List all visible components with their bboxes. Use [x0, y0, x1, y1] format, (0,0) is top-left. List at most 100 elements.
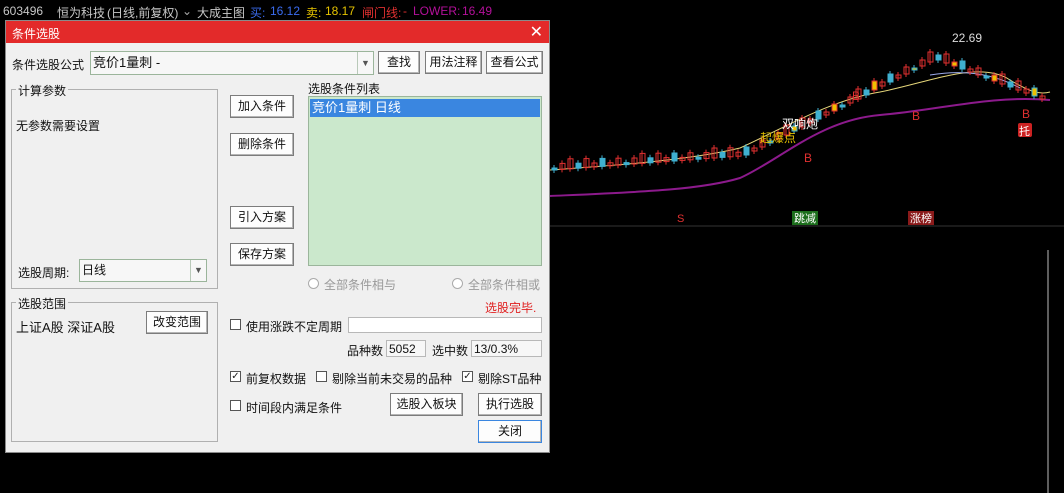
time-range-checkbox[interactable] — [230, 400, 241, 411]
stock-name: 恒为科技 — [57, 6, 106, 20]
tag-tiaojian: 跳减 — [794, 211, 816, 225]
candle — [959, 60, 966, 70]
stock-code: 603496 — [3, 4, 44, 18]
candle — [623, 162, 630, 166]
formula-value: 竞价1量刺 - — [93, 55, 161, 70]
period-field-label: 选股周期: — [18, 266, 70, 280]
formula-label: 条件选股公式 — [12, 58, 85, 72]
fq-checkbox[interactable]: ✓ — [230, 371, 241, 382]
annotation-b4: B — [1022, 107, 1030, 121]
candle — [951, 61, 958, 67]
radio-and-label: 全部条件相与 — [324, 278, 397, 292]
candle — [935, 54, 942, 61]
selected-label: 选中数 — [432, 344, 469, 358]
usage-notes-button[interactable]: 用法注释 — [425, 51, 482, 74]
ma2-line — [929, 72, 1021, 89]
count-value: 5052 — [386, 340, 426, 357]
peak-price-label: 22.69 — [952, 31, 982, 45]
change-period-input[interactable] — [348, 317, 542, 333]
tag-s: S — [677, 213, 684, 225]
exclude-untraded-checkbox[interactable] — [316, 371, 327, 382]
view-formula-button[interactable]: 查看公式 — [486, 51, 543, 74]
use-change-checkbox[interactable] — [230, 319, 241, 330]
candle — [671, 152, 678, 162]
period-value: 日线 — [82, 263, 107, 277]
params-text: 无参数需要设置 — [16, 119, 101, 133]
sell-value: 18.17 — [325, 4, 356, 18]
sell-label: 卖: — [306, 6, 322, 20]
chart-header: 603496 恒为科技 (日线,前复权) ⌄ 大成主图 买: 16.12 卖: … — [0, 0, 1064, 22]
import-plan-button[interactable]: 引入方案 — [230, 206, 294, 229]
annotation-tuo: 托 — [1019, 124, 1030, 138]
condition-screening-dialog: 条件选股 ✕ 条件选股公式 竞价1量刺 - ▼ 查找 用法注释 查看公式 计算参… — [5, 20, 550, 453]
candle — [911, 67, 918, 71]
status-text: 选股完毕. — [485, 301, 537, 315]
candle — [1031, 87, 1038, 97]
add-to-block-button[interactable]: 选股入板块 — [390, 393, 463, 416]
condition-list-title: 选股条件列表 — [308, 82, 381, 96]
use-change-label: 使用涨跌不定周期 — [246, 320, 343, 334]
period-label: (日线,前复权) — [107, 6, 179, 20]
candle — [831, 103, 838, 112]
candle — [983, 75, 990, 79]
fq-label: 前复权数据 — [246, 372, 307, 386]
exclude-untraded-label: 剔除当前未交易的品种 — [332, 372, 453, 386]
lower-label: LOWER: — [413, 4, 461, 18]
period-select[interactable]: 日线 ▼ — [79, 259, 207, 282]
annotation-b1: B — [804, 151, 812, 165]
candle — [991, 74, 998, 82]
exclude-st-checkbox[interactable]: ✓ — [462, 371, 473, 382]
params-group-title: 计算参数 — [16, 82, 69, 99]
candle — [1007, 81, 1014, 88]
find-button[interactable]: 查找 — [378, 51, 420, 74]
buy-value: 16.12 — [270, 4, 301, 18]
annotation-shuangxiangpao: 双响炮 — [782, 116, 818, 131]
lower-value: 16.49 — [462, 4, 493, 18]
candle — [575, 162, 582, 169]
candle — [863, 89, 870, 96]
execute-screening-button[interactable]: 执行选股 — [478, 393, 542, 416]
condition-list[interactable]: 竞价1量刺 日线 — [308, 96, 542, 266]
exclude-st-label: 剔除ST品种 — [478, 372, 542, 386]
lower-band-line — [549, 97, 1051, 197]
close-icon[interactable]: ✕ — [530, 22, 543, 42]
formula-select[interactable]: 竞价1量刺 - ▼ — [90, 51, 374, 75]
radio-or[interactable] — [452, 278, 463, 289]
candle — [719, 151, 726, 158]
annotation-qibaodian: 起爆点 — [760, 131, 796, 145]
annotation-b2: B — [852, 89, 860, 103]
save-plan-button[interactable]: 保存方案 — [230, 243, 294, 266]
candle — [551, 167, 558, 171]
delete-condition-button[interactable]: 删除条件 — [230, 133, 294, 156]
chevron-down-icon[interactable]: ▼ — [190, 260, 206, 281]
candles — [551, 49, 1046, 173]
change-range-button[interactable]: 改变范围 — [146, 311, 208, 334]
candle — [647, 157, 654, 164]
tag-zhangbang: 涨榜 — [910, 211, 932, 225]
candle — [743, 146, 750, 156]
time-range-label: 时间段内满足条件 — [246, 401, 343, 415]
count-label: 品种数 — [347, 344, 384, 358]
gate-value: - — [403, 4, 407, 18]
candle — [599, 157, 606, 167]
radio-and[interactable] — [308, 278, 319, 289]
add-condition-button[interactable]: 加入条件 — [230, 95, 294, 118]
candle — [887, 73, 894, 83]
dialog-titlebar[interactable]: 条件选股 ✕ — [6, 21, 549, 43]
range-text: 上证A股 深证A股 — [16, 320, 115, 335]
candle — [695, 156, 702, 160]
annotation-b3: B — [912, 109, 920, 123]
chevron-down-icon[interactable]: ▼ — [357, 52, 373, 74]
radio-or-label: 全部条件相或 — [468, 278, 541, 292]
main-chart-name[interactable]: 大成主图 — [197, 4, 245, 21]
close-button[interactable]: 关闭 — [478, 420, 542, 443]
selected-value: 13/0.3% — [471, 340, 542, 357]
chevron-down-icon[interactable]: ⌄ — [182, 4, 192, 18]
candle — [871, 80, 878, 91]
buy-label: 买: — [250, 6, 266, 20]
gate-label: 闸门线: — [362, 6, 402, 20]
range-group-title: 选股范围 — [16, 295, 69, 312]
list-item[interactable]: 竞价1量刺 日线 — [310, 99, 540, 117]
candle — [839, 104, 846, 108]
dialog-title: 条件选股 — [12, 27, 61, 41]
